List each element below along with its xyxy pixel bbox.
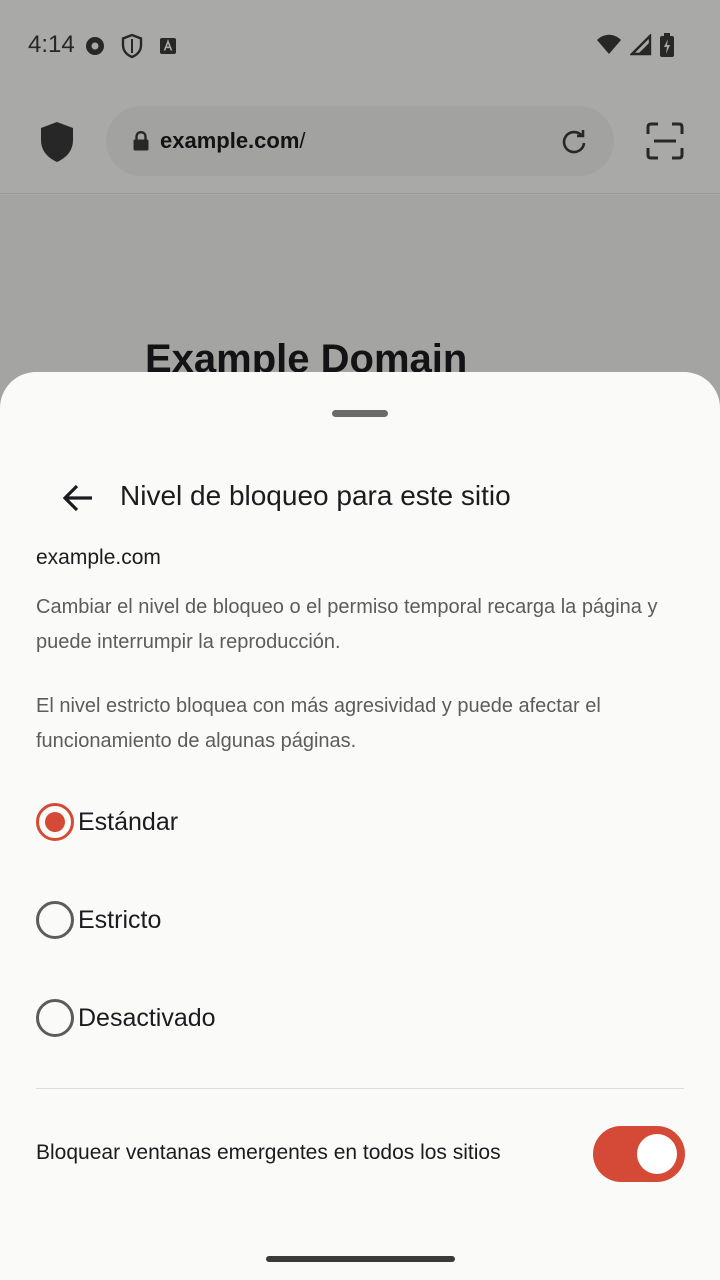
toggle-thumb — [637, 1134, 677, 1174]
radio-strict[interactable] — [36, 901, 74, 939]
option-off-label: Desactivado — [78, 1003, 216, 1032]
protection-bottom-sheet: Nivel de bloqueo para este sitio example… — [0, 372, 720, 1280]
strict-level-info-text: El nivel estricto bloquea con más agresi… — [36, 695, 601, 752]
radio-off[interactable] — [36, 999, 74, 1037]
option-strict[interactable]: Estricto — [36, 890, 684, 950]
reload-warning-text: Cambiar el nivel de bloqueo o el permiso… — [36, 596, 658, 653]
home-indicator[interactable] — [266, 1256, 455, 1262]
drag-handle[interactable] — [332, 410, 388, 417]
popup-block-toggle[interactable] — [593, 1126, 685, 1182]
option-standard[interactable]: Estándar — [36, 792, 684, 852]
option-standard-label: Estándar — [78, 807, 179, 836]
option-off[interactable]: Desactivado — [36, 988, 684, 1048]
sheet-title: Nivel de bloqueo para este sitio — [120, 480, 511, 511]
option-strict-label: Estricto — [78, 905, 162, 934]
divider — [36, 1088, 684, 1089]
back-arrow-icon[interactable] — [58, 478, 98, 518]
popup-block-label: Bloquear ventanas emergentes en todos lo… — [36, 1141, 501, 1164]
radio-standard[interactable] — [36, 803, 74, 841]
site-name: example.com — [36, 546, 161, 569]
